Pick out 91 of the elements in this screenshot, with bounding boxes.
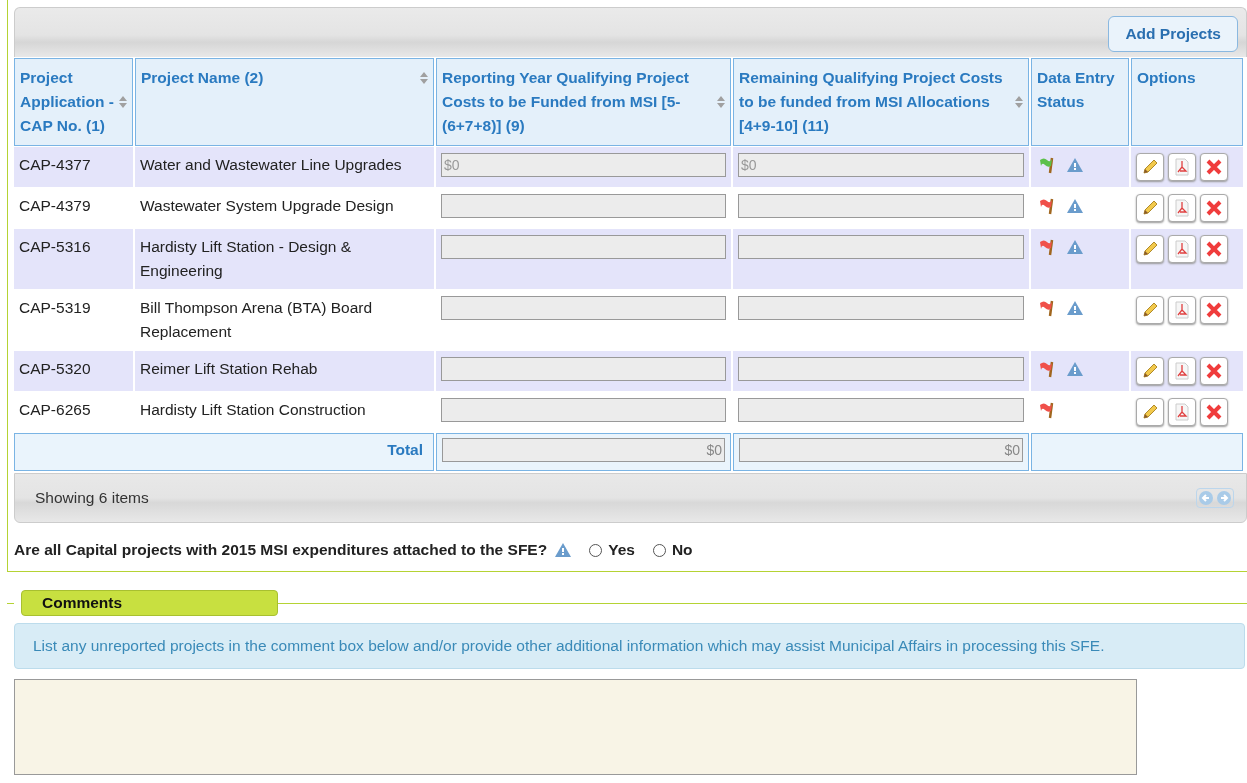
question-text: Are all Capital projects with 2015 MSI expenditures attached to the SFE? <box>14 541 548 559</box>
cost-field[interactable] <box>441 398 726 422</box>
delete-button[interactable] <box>1200 398 1228 426</box>
close-icon <box>1206 404 1222 420</box>
table-cell-text: CAP-6265 <box>18 400 92 420</box>
radio-option[interactable]: Yes <box>589 541 635 559</box>
pdf-icon <box>1174 158 1190 176</box>
close-icon <box>1206 159 1222 175</box>
pdf-button[interactable] <box>1168 398 1196 426</box>
pencil-icon <box>1141 199 1159 217</box>
column-header: Data Entry Status <box>1031 58 1129 146</box>
cost-field[interactable]: $0 <box>441 153 726 177</box>
pdf-icon <box>1174 362 1190 380</box>
pdf-button[interactable] <box>1168 194 1196 222</box>
delete-button[interactable] <box>1200 296 1228 324</box>
cost-field[interactable] <box>738 235 1024 259</box>
column-header[interactable]: Reporting Year Qualifying Project Costs to be Funded from MSI [5-(6+7+8)] (9) <box>436 58 731 146</box>
delete-button[interactable] <box>1200 235 1228 263</box>
edit-button[interactable] <box>1136 398 1164 426</box>
total-field[interactable]: $0 <box>442 438 725 462</box>
edit-button[interactable] <box>1136 296 1164 324</box>
radio-option[interactable]: No <box>652 541 693 559</box>
edit-button[interactable] <box>1136 194 1164 222</box>
cost-field[interactable] <box>738 296 1024 320</box>
table-cell: CAP-5316 <box>14 229 133 289</box>
warning-icon[interactable] <box>1067 240 1083 254</box>
column-header[interactable]: Project Name (2) <box>135 58 434 146</box>
next-page-icon[interactable] <box>1216 490 1232 506</box>
sort-icon[interactable] <box>420 72 428 84</box>
column-header[interactable]: Project Application - CAP No. (1) <box>14 58 133 146</box>
comment-box[interactable] <box>14 679 1137 775</box>
sort-icon[interactable] <box>717 96 725 108</box>
cost-field[interactable] <box>441 235 726 259</box>
pdf-button[interactable] <box>1168 235 1196 263</box>
table-cell: Reimer Lift Station Rehab <box>135 351 434 391</box>
warning-icon[interactable] <box>1067 301 1083 315</box>
pdf-button[interactable] <box>1168 153 1196 181</box>
warning-icon[interactable] <box>555 543 572 557</box>
warning-icon[interactable] <box>1067 199 1083 213</box>
delete-button[interactable] <box>1200 194 1228 222</box>
cost-field[interactable] <box>738 357 1024 381</box>
sort-icon[interactable] <box>119 96 127 108</box>
edit-button[interactable] <box>1136 153 1164 181</box>
close-icon <box>1206 200 1222 216</box>
table-cell-text: CAP-4379 <box>18 196 92 216</box>
pdf-icon <box>1174 301 1190 319</box>
column-header: Options <box>1131 58 1243 146</box>
close-icon <box>1206 363 1222 379</box>
pdf-icon <box>1174 199 1190 217</box>
cost-field[interactable] <box>441 296 726 320</box>
delete-button[interactable] <box>1200 357 1228 385</box>
cost-field[interactable] <box>738 398 1024 422</box>
info-message: List any unreported projects in the comment box below and/or provide other additional information which may assist Municipal Affairs in processing this SFE. <box>14 623 1245 669</box>
delete-button[interactable] <box>1200 153 1228 181</box>
pencil-icon <box>1141 158 1159 176</box>
warning-icon[interactable] <box>1067 158 1083 172</box>
add-projects-button[interactable]: Add Projects <box>1108 16 1238 52</box>
cost-field[interactable] <box>441 357 726 381</box>
radio-button[interactable] <box>652 543 666 557</box>
cost-field[interactable] <box>441 194 726 218</box>
sort-icon[interactable] <box>1015 96 1023 108</box>
edit-button[interactable] <box>1136 235 1164 263</box>
total-field[interactable]: $0 <box>739 438 1023 462</box>
pdf-icon <box>1174 240 1190 258</box>
radio-button[interactable] <box>589 543 603 557</box>
pencil-icon <box>1141 301 1159 319</box>
pdf-icon <box>1174 403 1190 421</box>
pdf-button[interactable] <box>1168 296 1196 324</box>
close-icon <box>1206 302 1222 318</box>
cost-field[interactable] <box>738 194 1024 218</box>
item-count: Showing 6 items <box>35 489 149 507</box>
table-cell: CAP-5320 <box>14 351 133 391</box>
previous-page-icon[interactable] <box>1198 490 1214 506</box>
edit-button[interactable] <box>1136 357 1164 385</box>
table-cell-text: CAP-5319 <box>18 298 92 318</box>
cost-field[interactable]: $0 <box>738 153 1024 177</box>
pencil-icon <box>1141 362 1159 380</box>
warning-icon[interactable] <box>1067 362 1083 376</box>
table-cell-text: Bill Thompson Arena (BTA) Board Replacement <box>139 298 374 342</box>
table-cell: Water and Wastewater Line Upgrades <box>135 147 434 187</box>
total-label: Total <box>14 433 434 471</box>
table-cell-text: Wastewater System Upgrade Design <box>139 196 395 216</box>
table-cell-text: Hardisty Lift Station Construction <box>139 400 367 420</box>
pencil-icon <box>1141 403 1159 421</box>
close-icon <box>1206 241 1222 257</box>
pdf-button[interactable] <box>1168 357 1196 385</box>
section-title: Comments <box>21 590 278 616</box>
pencil-icon <box>1141 240 1159 258</box>
column-header[interactable]: Remaining Qualifying Project Costs to be funded from MSI Allocations [4+9-10] (11) <box>733 58 1029 146</box>
table-cell: Hardisty Lift Station - Design & Engineering <box>135 229 434 289</box>
table-cell: CAP-4377 <box>14 147 133 187</box>
